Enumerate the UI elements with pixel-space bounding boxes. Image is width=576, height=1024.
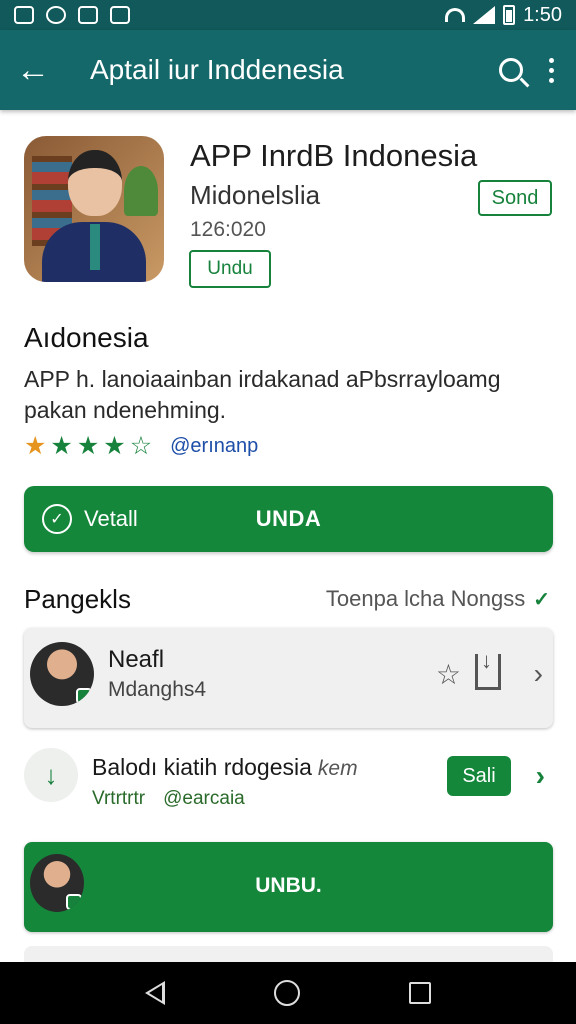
undu-button[interactable]: Undu bbox=[189, 250, 271, 288]
app-developer[interactable]: Midonelslia bbox=[190, 180, 320, 211]
search-icon[interactable] bbox=[499, 58, 523, 82]
list-item-subtitle: Mdanghs4 bbox=[108, 678, 207, 701]
battery-icon bbox=[503, 5, 516, 25]
list-item[interactable]: ↓ Balodı kiatih rdogesia kem Vrtrtrtr @ea… bbox=[24, 748, 553, 812]
list-item-name: Balodı kiatih rdogesia kem bbox=[92, 754, 358, 781]
verified-badge-icon bbox=[76, 688, 92, 704]
list-subtitle[interactable]: Toenpa lcha Nongss ✓ bbox=[326, 586, 550, 612]
verified-icon: ✓ bbox=[42, 504, 72, 534]
sali-button[interactable]: Sali bbox=[447, 756, 511, 796]
back-arrow-icon[interactable]: ← bbox=[0, 30, 66, 110]
notification-photo-icon bbox=[78, 6, 98, 24]
app-size: 126:020 bbox=[190, 218, 266, 241]
avatar bbox=[30, 642, 94, 706]
description-title: Aıdonesia bbox=[24, 322, 149, 353]
chevron-right-icon[interactable]: › bbox=[536, 760, 545, 792]
notification-face-icon bbox=[46, 6, 66, 24]
list-item-partial[interactable] bbox=[24, 946, 553, 962]
download-icon[interactable]: ↓ bbox=[24, 748, 78, 802]
status-bar: 1:50 bbox=[0, 0, 576, 30]
nav-home-icon[interactable] bbox=[273, 980, 300, 1006]
rating-row: ★ ★ ★ ★ ☆ @erınanp bbox=[24, 434, 258, 459]
star-icon: ★ bbox=[76, 432, 100, 460]
description-text: APP h. lanoiaainban irdakanad aPbsrraylo… bbox=[24, 366, 501, 423]
app-bar-actions bbox=[499, 57, 554, 83]
signal-icon bbox=[473, 6, 496, 24]
award-star-icon[interactable]: ☆ bbox=[436, 658, 461, 691]
list-item-stars: Vrtrtrtr bbox=[92, 788, 146, 809]
star-icon: ★ bbox=[103, 432, 126, 460]
list-item-label: UNBU. bbox=[255, 874, 322, 897]
check-icon: ✓ bbox=[533, 588, 550, 611]
list-item-name-text: Balodı kiatih rdogesia bbox=[92, 754, 312, 780]
download-icon[interactable] bbox=[475, 648, 501, 690]
app-icon bbox=[24, 136, 164, 282]
notification-icons bbox=[14, 6, 130, 24]
app-name: APP InrdB Indonesia bbox=[190, 138, 478, 173]
install-left-label: Vetall bbox=[84, 506, 138, 531]
notification-app-icon bbox=[14, 6, 34, 24]
nav-back-icon[interactable] bbox=[144, 981, 165, 1005]
star-empty-icon: ☆ bbox=[129, 432, 153, 460]
app-bar: ← Aptail iur Inddenesia bbox=[0, 30, 576, 110]
star-icon: ★ bbox=[24, 432, 47, 460]
nav-recents-icon[interactable] bbox=[409, 982, 432, 1004]
status-time: 1:50 bbox=[523, 3, 562, 26]
system-status: 1:50 bbox=[445, 4, 562, 27]
list-item-tag: kem bbox=[317, 757, 358, 780]
list-item-meta: Vrtrtrtr @earcaia bbox=[92, 788, 245, 810]
app-bar-title: Aptail iur Inddenesia bbox=[90, 54, 344, 85]
more-vert-icon[interactable] bbox=[549, 57, 554, 83]
star-icon: ★ bbox=[50, 432, 73, 460]
list-subtitle-text: Toenpa lcha Nongss bbox=[325, 586, 526, 611]
chevron-right-icon[interactable]: › bbox=[534, 658, 543, 690]
list-title: Pangekls bbox=[24, 584, 131, 614]
notification-message-icon bbox=[110, 6, 130, 24]
install-button[interactable]: ✓ Vetall UNDA bbox=[24, 486, 553, 552]
wifi-icon bbox=[445, 8, 466, 22]
app-header: APP InrdB Indonesia Midonelslia 126:020 … bbox=[24, 136, 552, 296]
list-item[interactable]: Neafl Mdanghs4 ☆ › bbox=[24, 628, 553, 728]
send-button[interactable]: Sond bbox=[478, 180, 552, 216]
list-item-handle[interactable]: @earcaia bbox=[163, 788, 245, 810]
rating-link[interactable]: @erınanp bbox=[170, 435, 258, 458]
navigation-bar bbox=[0, 962, 576, 1024]
list-item[interactable]: UNBU. bbox=[24, 842, 553, 932]
list-item-name: Neafl bbox=[108, 646, 165, 673]
